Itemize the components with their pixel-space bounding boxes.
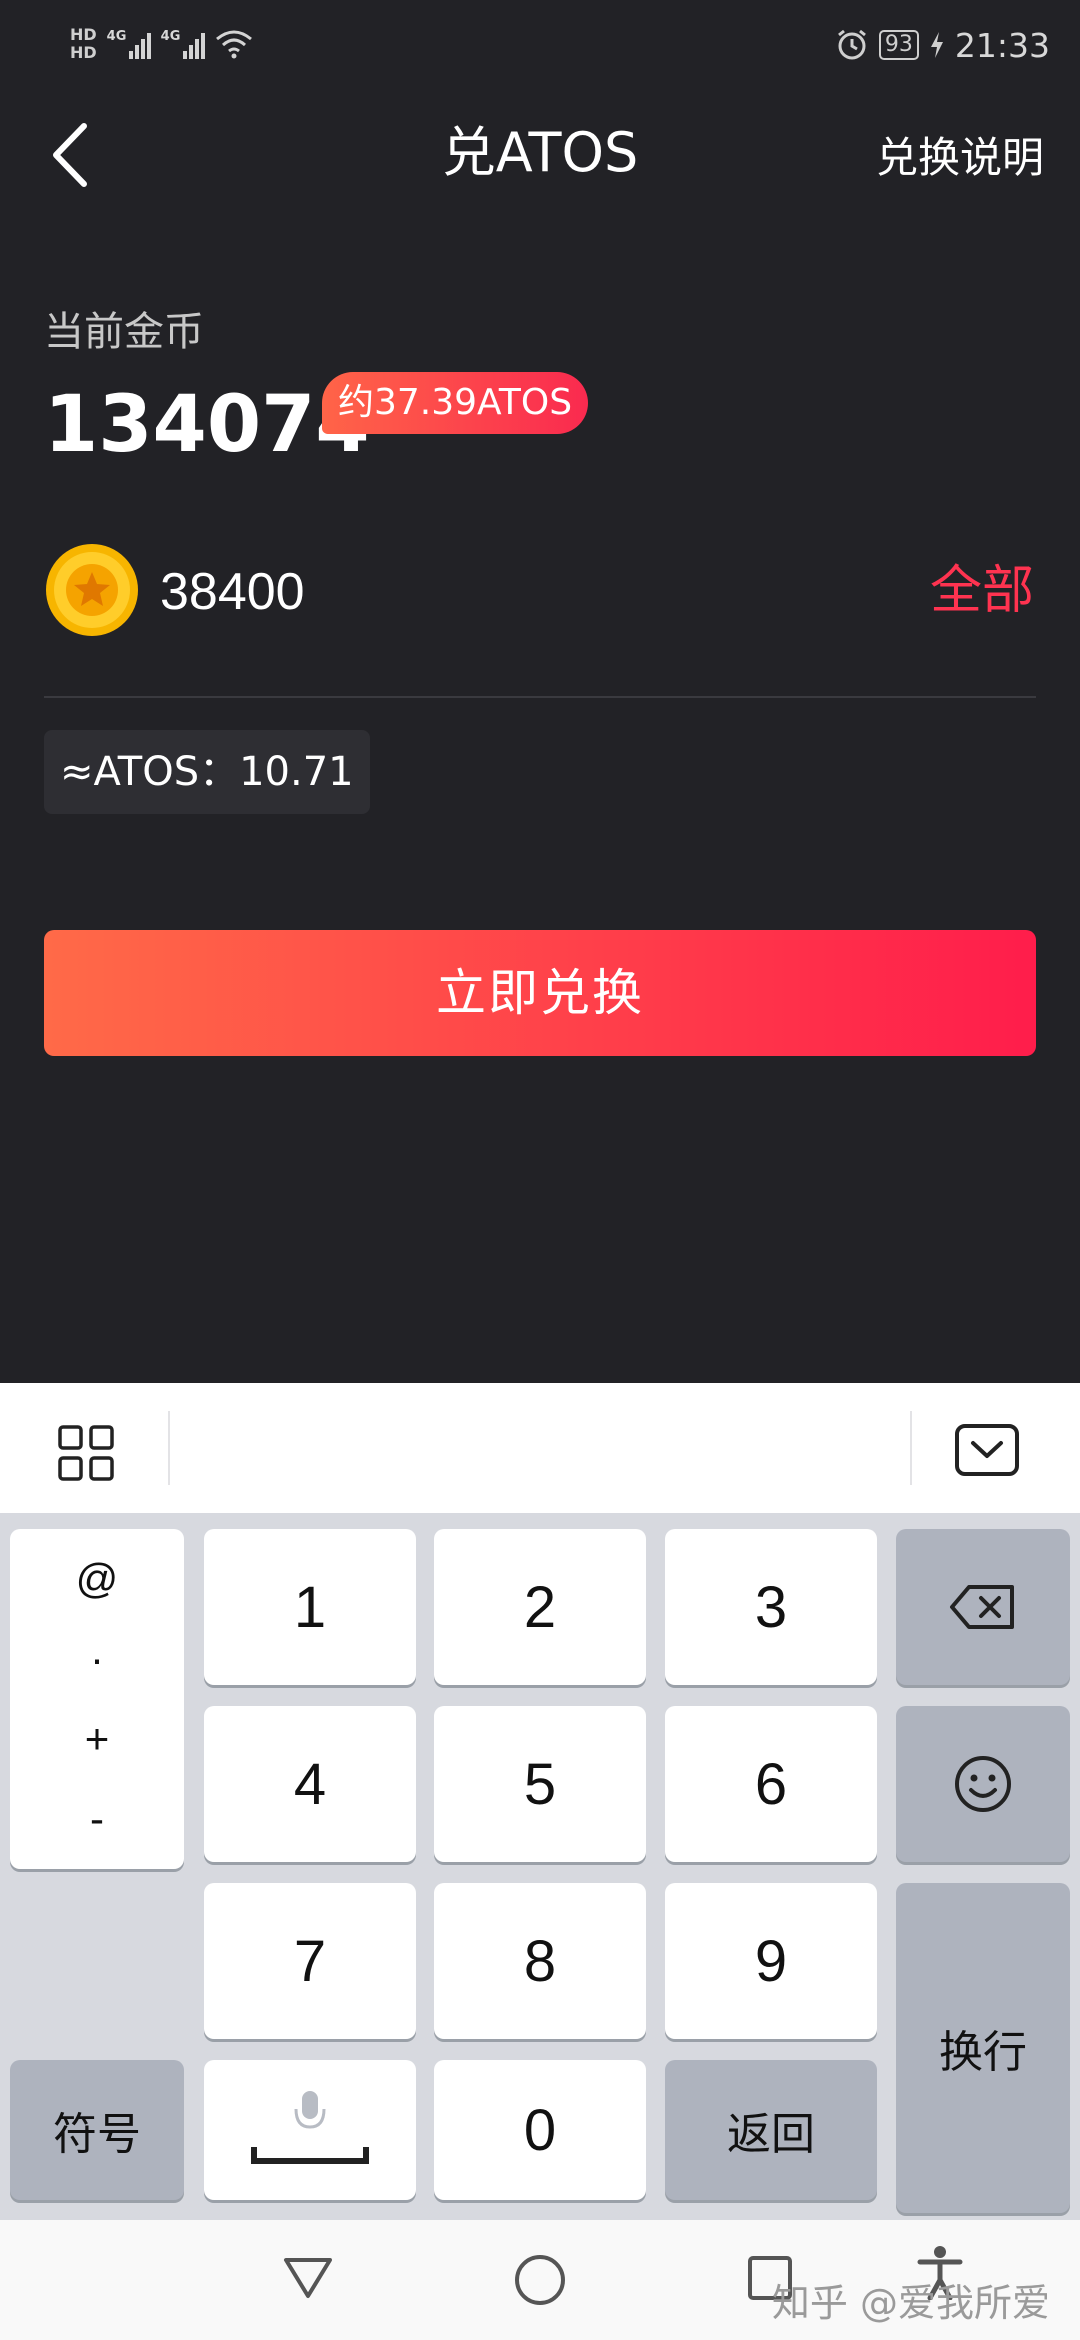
charging-icon	[930, 32, 943, 58]
symbol-dot[interactable]: ·	[90, 1635, 104, 1683]
emoji-key[interactable]	[896, 1706, 1070, 1862]
signal-icon-2: 4G	[161, 29, 205, 59]
hd2-label: HD	[70, 43, 97, 62]
status-bar: HD HD 4G 4G 93 21:33	[0, 0, 1080, 90]
key-0[interactable]: 0	[434, 2060, 646, 2200]
symbols-key[interactable]: 符号	[10, 2060, 184, 2200]
exchange-now-button[interactable]: 立即兑换	[44, 930, 1036, 1056]
symbol-plus[interactable]: +	[85, 1715, 110, 1763]
current-coins-label: 当前金币	[44, 309, 204, 355]
all-button[interactable]: 全部	[930, 556, 1034, 626]
alarm-icon	[837, 29, 866, 60]
hd1-label: HD	[70, 25, 97, 44]
key-7[interactable]: 7	[204, 1883, 416, 2039]
atos-estimate: ≈ATOS：10.71	[44, 730, 370, 814]
keyboard-hide-icon[interactable]	[954, 1423, 1020, 1477]
watermark: 知乎 @爱我所爱	[771, 2281, 1050, 2325]
home-circle-icon[interactable]	[513, 2253, 567, 2307]
exchange-info-link[interactable]: 兑换说明	[876, 128, 1044, 188]
status-icons-left: HD HD 4G 4G	[70, 14, 253, 74]
gold-coin-icon	[46, 544, 138, 636]
signal-icon: 4G	[107, 29, 151, 59]
network-type-1: 4G	[106, 29, 127, 44]
clock: 21:33	[954, 25, 1050, 65]
key-3[interactable]: 3	[665, 1529, 877, 1685]
keyboard-toolbar	[0, 1383, 1080, 1513]
key-1[interactable]: 1	[204, 1529, 416, 1685]
microphone-icon	[251, 2091, 369, 2164]
coin-amount-input[interactable]	[160, 560, 760, 624]
return-key[interactable]: 返回	[665, 2060, 877, 2200]
back-triangle-icon[interactable]	[282, 2254, 334, 2302]
wifi-icon	[215, 30, 252, 59]
numeric-keyboard: @ · + - 1 2 3 4 5 6 7 8 9 换行 符号 0 返回	[0, 1513, 1080, 2220]
symbol-column-key[interactable]: @ · + -	[10, 1529, 184, 1869]
battery-indicator: 93	[878, 30, 919, 60]
hd-indicator: HD HD	[70, 26, 97, 62]
toolbar-separator	[168, 1411, 170, 1485]
backspace-icon	[950, 1585, 1014, 1629]
enter-key[interactable]: 换行	[896, 1883, 1070, 2213]
current-coins-value: 134074	[44, 380, 370, 470]
divider	[44, 696, 1036, 698]
backspace-key[interactable]	[896, 1529, 1070, 1685]
keyboard-menu-icon[interactable]	[56, 1423, 116, 1483]
status-icons-right: 93 21:33	[835, 20, 1050, 70]
space-voice-key[interactable]	[204, 2060, 416, 2200]
approx-atos-badge: 约37.39ATOS	[322, 372, 589, 434]
emoji-icon	[955, 1756, 1011, 1812]
symbol-at[interactable]: @	[76, 1555, 119, 1603]
key-9[interactable]: 9	[665, 1883, 877, 2039]
key-4[interactable]: 4	[204, 1706, 416, 1862]
toolbar-separator	[910, 1411, 912, 1485]
symbol-minus[interactable]: -	[90, 1795, 104, 1843]
key-8[interactable]: 8	[434, 1883, 646, 2039]
key-2[interactable]: 2	[434, 1529, 646, 1685]
key-6[interactable]: 6	[665, 1706, 877, 1862]
key-5[interactable]: 5	[434, 1706, 646, 1862]
network-type-2: 4G	[160, 29, 181, 44]
